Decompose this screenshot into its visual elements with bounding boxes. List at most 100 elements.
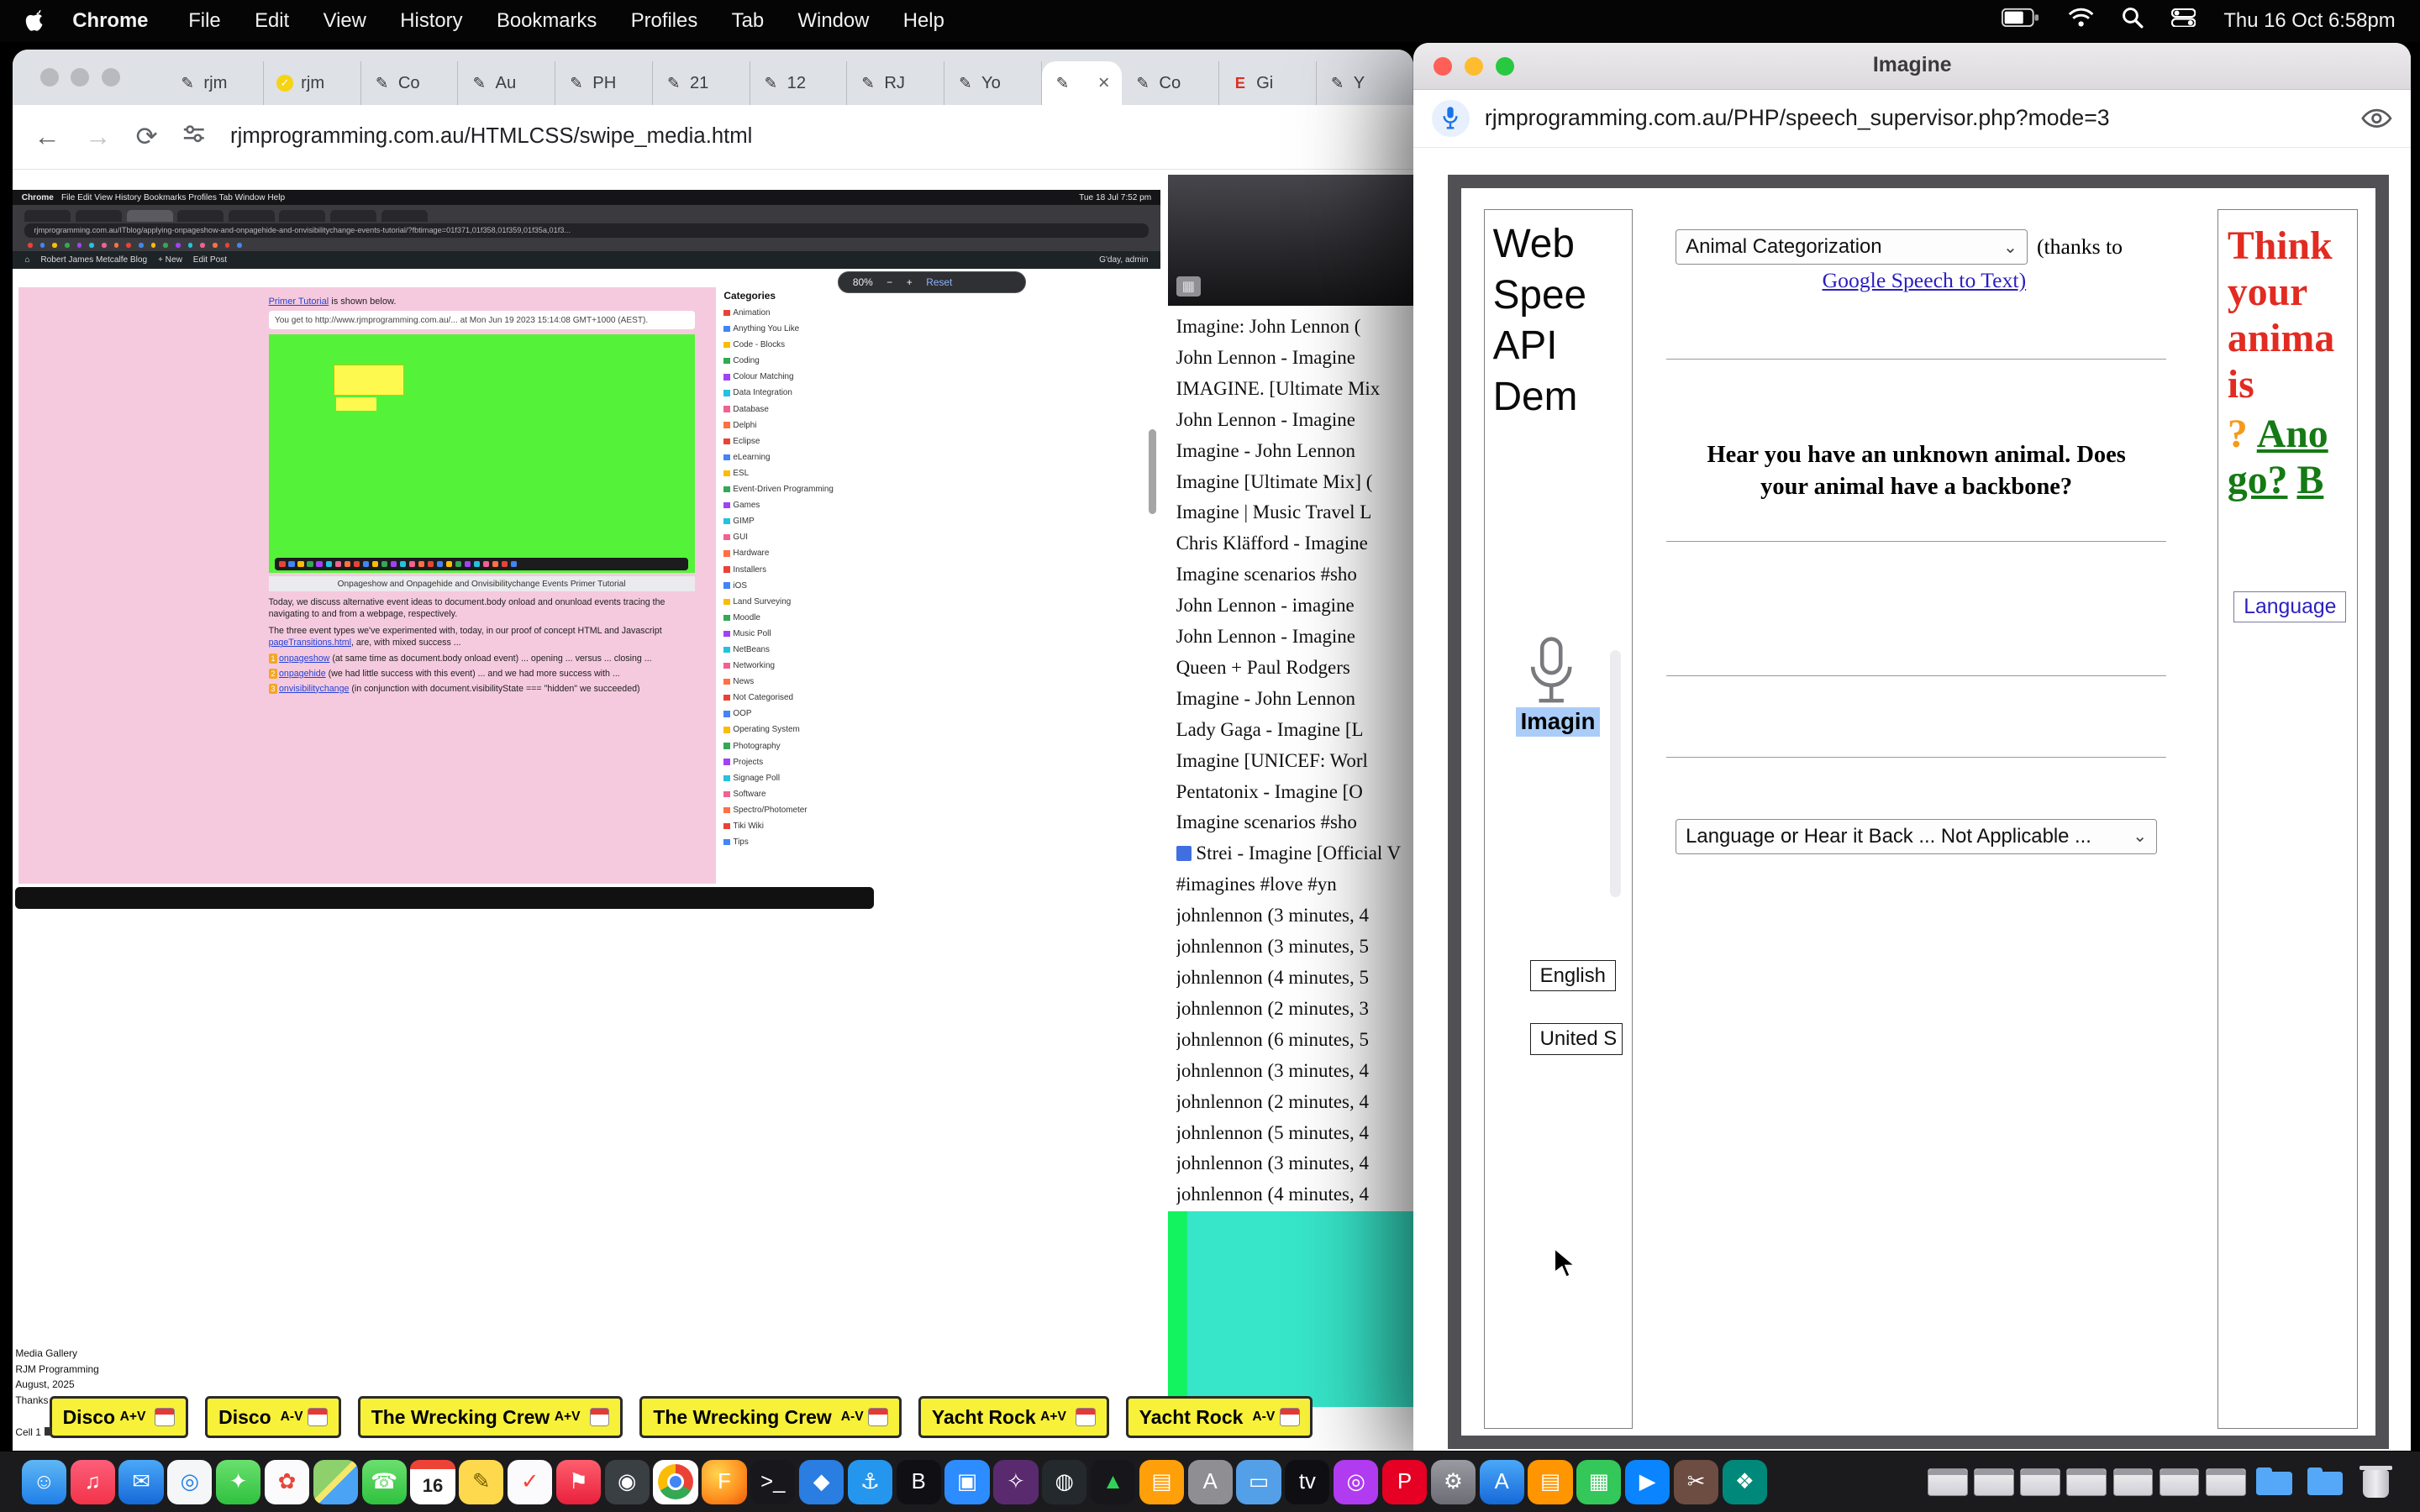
firefox-dock-icon[interactable]: F [702, 1460, 746, 1504]
media-title-item[interactable]: johnlennon (2 minutes, 4 [1176, 1087, 1414, 1118]
zoom-in-button[interactable]: + [907, 276, 913, 288]
browser-tab[interactable]: ✎ Yo [944, 61, 1042, 104]
browser-tab[interactable]: ✓ rjm [264, 61, 361, 104]
window-controls[interactable] [40, 68, 120, 87]
media-title-item[interactable]: Imagine [Ultimate Mix] ( [1176, 467, 1414, 498]
primer-tutorial-link[interactable]: Primer Tutorial [269, 297, 329, 307]
mode-select[interactable]: Animal Categorization ⌄ [1676, 229, 2028, 265]
category-item[interactable]: Software [723, 786, 893, 802]
numbers-dock-icon[interactable]: ▦ [1576, 1460, 1621, 1504]
category-item[interactable]: Code - Blocks [723, 337, 893, 353]
dictionary-dock-icon[interactable]: A [1188, 1460, 1233, 1504]
keynote-dock-icon[interactable]: ▶ [1625, 1460, 1670, 1504]
pages-dock-icon[interactable]: ▤ [1528, 1460, 1572, 1504]
documents-folder-dock-icon[interactable] [2302, 1460, 2347, 1504]
media-title-item[interactable]: Strei - Imagine [Official V [1176, 838, 1414, 869]
settings-dock-icon[interactable]: ⚙ [1431, 1460, 1476, 1504]
books-dock-icon[interactable]: ▤ [1139, 1460, 1184, 1504]
category-item[interactable]: Operating System [723, 722, 893, 738]
b-app-dock-icon[interactable]: B [897, 1460, 941, 1504]
category-item[interactable]: Installers [723, 561, 893, 577]
category-item[interactable]: Data Integration [723, 385, 893, 401]
minimized-window-thumbnail[interactable] [2206, 1468, 2246, 1496]
category-item[interactable]: Music Poll [723, 626, 893, 642]
docker-dock-icon[interactable]: ⚓ [848, 1460, 892, 1504]
media-title-item[interactable]: #imagines #love #yn [1176, 869, 1414, 900]
chrome-dock-icon[interactable] [653, 1460, 697, 1504]
menu-bar-item[interactable]: Profiles [631, 9, 698, 33]
zoom-bubble[interactable]: 80% − + Reset [838, 271, 1026, 293]
category-item[interactable]: Coding [723, 353, 893, 369]
pinterest-dock-icon[interactable]: P [1382, 1460, 1427, 1504]
event-link[interactable]: onpagehide [279, 669, 326, 679]
wifi-icon[interactable] [2068, 8, 2094, 34]
trash-dock-icon[interactable] [2354, 1460, 2398, 1504]
browser-tab[interactable]: ✎ rjm [166, 61, 264, 104]
recognized-text-selection[interactable]: Imagin [1516, 707, 1600, 738]
zoom-out-button[interactable]: − [886, 276, 892, 288]
category-item[interactable]: iOS [723, 578, 893, 594]
category-item[interactable]: News [723, 674, 893, 690]
browser-tab[interactable]: ✎ 12 [750, 61, 848, 104]
battery-icon[interactable] [2002, 8, 2040, 34]
browser-tab[interactable]: ✎ Au [458, 61, 555, 104]
minimized-window-thumbnail[interactable] [1974, 1468, 2014, 1496]
category-item[interactable]: Tiki Wiki [723, 818, 893, 834]
media-title-item[interactable]: johnlennon (5 minutes, 4 [1176, 1118, 1414, 1149]
photos-dock-icon[interactable]: ✿ [265, 1460, 309, 1504]
minimized-window-thumbnail[interactable] [2020, 1468, 2060, 1496]
media-title-item[interactable]: Chris Kläfford - Imagine [1176, 528, 1414, 559]
apple-menu-icon[interactable] [24, 9, 45, 33]
media-title-item[interactable]: Imagine | Music Travel L [1176, 497, 1414, 528]
music-dock-icon[interactable]: ♫ [71, 1460, 115, 1504]
media-gallery-button[interactable]: Yacht RockA-V [1126, 1396, 1313, 1438]
embedded-desktop-screenshot[interactable]: Chrome File Edit View History Bookmarks … [13, 190, 1161, 912]
category-item[interactable]: OOP [723, 706, 893, 722]
browser-tab[interactable]: ✎ 21 [653, 61, 750, 104]
event-link[interactable]: onpageshow [279, 654, 329, 664]
category-item[interactable]: Event-Driven Programming [723, 481, 893, 497]
category-item[interactable]: Photography [723, 738, 893, 753]
maps-dock-icon[interactable] [313, 1460, 358, 1504]
category-item[interactable]: Not Categorised [723, 690, 893, 706]
language-link-button[interactable]: Language [2233, 591, 2346, 622]
minimized-window-thumbnail[interactable] [2066, 1468, 2107, 1496]
menu-bar-item[interactable]: Bookmarks [497, 9, 597, 33]
reminders-dock-icon[interactable]: ✓ [508, 1460, 552, 1504]
close-tab-icon[interactable]: × [1098, 73, 1110, 93]
category-item[interactable]: Networking [723, 658, 893, 674]
media-title-item[interactable]: Pentatonix - Imagine [O [1176, 777, 1414, 808]
country-button[interactable]: United S [1530, 1023, 1623, 1054]
media-title-item[interactable]: johnlennon (4 minutes, 4 [1176, 1179, 1414, 1210]
minimized-window-thumbnail[interactable] [2160, 1468, 2200, 1496]
category-item[interactable]: NetBeans [723, 642, 893, 658]
category-item[interactable]: eLearning [723, 449, 893, 465]
media-gallery-button[interactable]: Yacht RockA+V [918, 1396, 1109, 1438]
mini-scrollbar[interactable] [1149, 429, 1156, 514]
category-item[interactable]: Projects [723, 754, 893, 770]
media-gallery-button[interactable]: The Wrecking CrewA+V [358, 1396, 623, 1438]
category-item[interactable]: Eclipse [723, 433, 893, 449]
language-button[interactable]: English [1530, 960, 1616, 991]
panel-scrollbar[interactable] [1610, 650, 1621, 897]
category-item[interactable]: Animation [723, 305, 893, 321]
menu-bar-item[interactable]: Tab [732, 9, 764, 33]
media-title-item[interactable]: IMAGINE. [Ultimate Mix [1176, 374, 1414, 405]
window-controls[interactable] [1434, 57, 1513, 76]
notes-dock-icon[interactable]: ✎ [459, 1460, 503, 1504]
category-item[interactable]: Signage Poll [723, 770, 893, 786]
category-item[interactable]: Database [723, 402, 893, 417]
media-title-item[interactable]: Imagine: John Lennon ( [1176, 312, 1414, 343]
address-bar[interactable]: rjmprogramming.com.au/HTMLCSS/swipe_medi… [230, 124, 752, 149]
media-title-item[interactable]: johnlennon (3 minutes, 4 [1176, 1148, 1414, 1179]
category-item[interactable]: Moodle [723, 610, 893, 626]
menu-bar-app-name[interactable]: Chrome [72, 9, 148, 33]
forward-button[interactable]: → [85, 122, 111, 152]
menu-bar-item[interactable]: View [324, 9, 366, 33]
imagine-address-bar[interactable]: rjmprogramming.com.au/PHP/speech_supervi… [1485, 105, 2110, 131]
podcasts-dock-icon[interactable]: ◎ [1334, 1460, 1378, 1504]
microphone-icon[interactable] [1525, 636, 1577, 717]
downloads-folder-dock-icon[interactable] [2252, 1460, 2296, 1504]
browser-tab[interactable]: E Gi [1219, 61, 1317, 104]
category-item[interactable]: Games [723, 497, 893, 513]
